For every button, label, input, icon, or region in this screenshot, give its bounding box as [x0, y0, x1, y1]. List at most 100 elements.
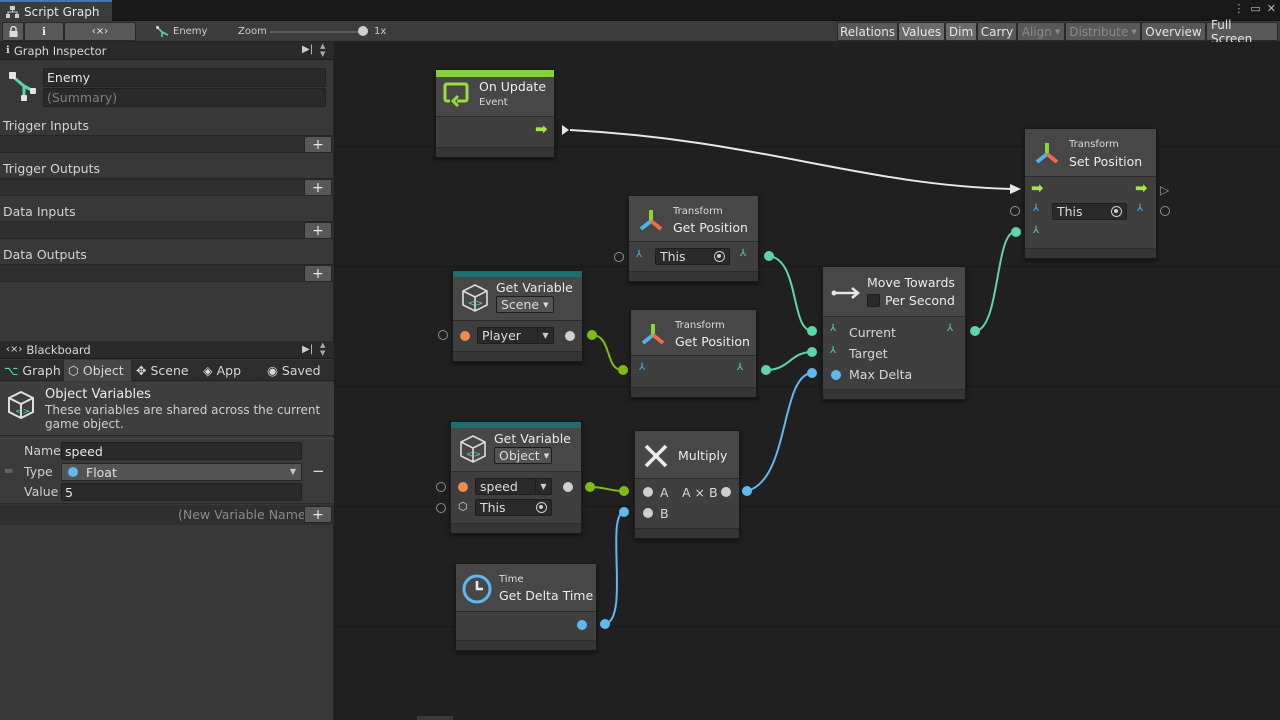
flow-output-port[interactable]: ➡ — [1135, 181, 1148, 196]
set-position-node[interactable]: Transform Set Position ➡ ➡ ⅄ This ⅄ ⅄ — [1024, 128, 1157, 259]
node-category: Transform — [1069, 139, 1119, 150]
vector-connection — [765, 351, 813, 371]
float-port-dot[interactable] — [742, 486, 752, 496]
node-title: Move Towards — [867, 275, 955, 290]
flow-arrow-icon — [562, 125, 569, 135]
object-port-dot[interactable] — [587, 330, 597, 340]
float-connection — [604, 511, 625, 625]
node-footer — [436, 147, 554, 157]
variable-kind-value: Scene — [501, 297, 540, 312]
svg-text:<>: <> — [466, 450, 481, 460]
variable-name-value: Player — [482, 328, 521, 343]
product-output-port[interactable] — [721, 487, 731, 497]
flow-output-port[interactable]: ➡ — [535, 122, 548, 137]
string-port-dot[interactable] — [460, 331, 470, 341]
transform-target-icon: ⅄ — [1033, 203, 1040, 214]
float-output-port[interactable] — [563, 482, 573, 492]
vector-output-port[interactable]: ⅄ — [740, 248, 746, 259]
node-title: Set Position — [1069, 154, 1143, 169]
output-port-label: A × B — [682, 485, 718, 500]
scene-variable-icon: <> — [462, 284, 488, 312]
chevron-down-icon: ▼ — [535, 479, 551, 494]
vector-port-dot[interactable] — [970, 326, 980, 336]
unconnected-port[interactable] — [1010, 206, 1020, 216]
float-port-dot[interactable] — [619, 507, 629, 517]
move-towards-node[interactable]: Move Towards Per Second ⅄ Current ⅄ ⅄ Ta… — [822, 266, 966, 400]
get-position-node[interactable]: Transform Get Position ⅄ This ⅄ — [628, 195, 759, 282]
get-variable-object-node[interactable]: <> Get Variable Object ▼ speed ▼ ⬡ This — [450, 421, 582, 534]
object-picker-icon[interactable] — [536, 502, 547, 513]
float-input-port[interactable] — [831, 370, 841, 380]
node-category: Transform — [675, 320, 725, 331]
variable-kind-dropdown[interactable]: Scene ▼ — [496, 296, 554, 313]
a-input-port[interactable] — [643, 487, 653, 497]
target-field[interactable]: This — [475, 499, 552, 516]
transform-icon — [639, 210, 663, 231]
vector-output-port[interactable]: ⅄ — [737, 362, 743, 373]
variable-name-dropdown[interactable]: Player ▼ — [477, 327, 554, 344]
get-variable-scene-node[interactable]: <> Get Variable Scene ▼ Player ▼ — [452, 270, 583, 362]
per-second-checkbox[interactable] — [867, 294, 880, 307]
variable-kind-dropdown[interactable]: Object ▼ — [494, 447, 552, 464]
unconnected-port[interactable] — [614, 252, 624, 262]
object-port-dot[interactable] — [585, 482, 595, 492]
chevron-down-icon: ▼ — [537, 328, 553, 343]
node-category: Transform — [673, 206, 723, 217]
vector-port-dot[interactable] — [761, 365, 771, 375]
flow-arrow-icon — [1010, 184, 1021, 194]
object-picker-icon[interactable] — [714, 251, 725, 262]
vector-output-port[interactable]: ⅄ — [947, 323, 953, 334]
transform-input-port[interactable]: ⅄ — [639, 362, 645, 373]
node-footer — [629, 271, 758, 281]
float-port-dot[interactable] — [600, 619, 610, 629]
move-towards-icon — [831, 287, 860, 299]
target-value: This — [660, 249, 686, 264]
on-update-node[interactable]: On Update Event ➡ — [435, 69, 555, 158]
variable-kind-value: Object — [499, 448, 540, 463]
get-position-node[interactable]: Transform Get Position ⅄ ⅄ — [630, 309, 757, 398]
node-title: Get Position — [673, 220, 748, 235]
node-title: Get Variable — [496, 280, 573, 295]
vector-input-port[interactable]: ⅄ — [830, 345, 836, 356]
string-port-dot[interactable] — [458, 482, 468, 492]
object-output-port[interactable] — [565, 331, 575, 341]
target-field[interactable]: This — [655, 248, 730, 265]
unconnected-port[interactable] — [1160, 206, 1170, 216]
vector-port-dot[interactable] — [807, 347, 817, 357]
node-footer — [451, 523, 581, 533]
unconnected-port[interactable] — [436, 503, 446, 513]
target-field[interactable]: This — [1052, 203, 1127, 220]
vector-connection — [767, 255, 813, 332]
vector-port-dot[interactable] — [764, 251, 774, 261]
per-second-label: Per Second — [885, 293, 955, 308]
svg-text:<>: <> — [468, 299, 483, 309]
vector-port-dot[interactable] — [1011, 227, 1021, 237]
variable-name-dropdown[interactable]: speed ▼ — [475, 478, 552, 495]
clock-icon — [462, 574, 492, 604]
object-picker-icon[interactable] — [1111, 206, 1122, 217]
current-port-label: Current — [849, 325, 896, 340]
vector-input-port[interactable]: ⅄ — [830, 323, 836, 334]
unconnected-port[interactable] — [436, 482, 446, 492]
transform-output-port[interactable]: ⅄ — [1137, 203, 1143, 214]
object-port-dot[interactable] — [618, 365, 628, 375]
float-output-port[interactable] — [577, 620, 587, 630]
transform-target-icon: ⅄ — [636, 249, 643, 260]
multiply-icon — [644, 444, 668, 468]
vector-input-port[interactable]: ⅄ — [1033, 225, 1039, 236]
float-port-dot[interactable] — [807, 368, 817, 378]
node-footer — [635, 528, 739, 538]
game-object-icon: ⬡ — [458, 500, 468, 513]
b-input-port[interactable] — [643, 508, 653, 518]
multiply-node[interactable]: Multiply A A × B B — [634, 430, 740, 539]
vector-port-dot[interactable] — [807, 326, 817, 336]
object-connection — [591, 334, 623, 371]
max-delta-port-label: Max Delta — [849, 367, 913, 382]
get-delta-time-node[interactable]: Time Get Delta Time — [455, 563, 597, 651]
object-port-dot[interactable] — [619, 486, 629, 496]
unconnected-port[interactable] — [438, 330, 448, 340]
a-port-label: A — [660, 485, 669, 500]
target-port-label: Target — [849, 346, 888, 361]
flow-input-port[interactable]: ➡ — [1031, 181, 1044, 196]
target-value: This — [480, 500, 506, 515]
